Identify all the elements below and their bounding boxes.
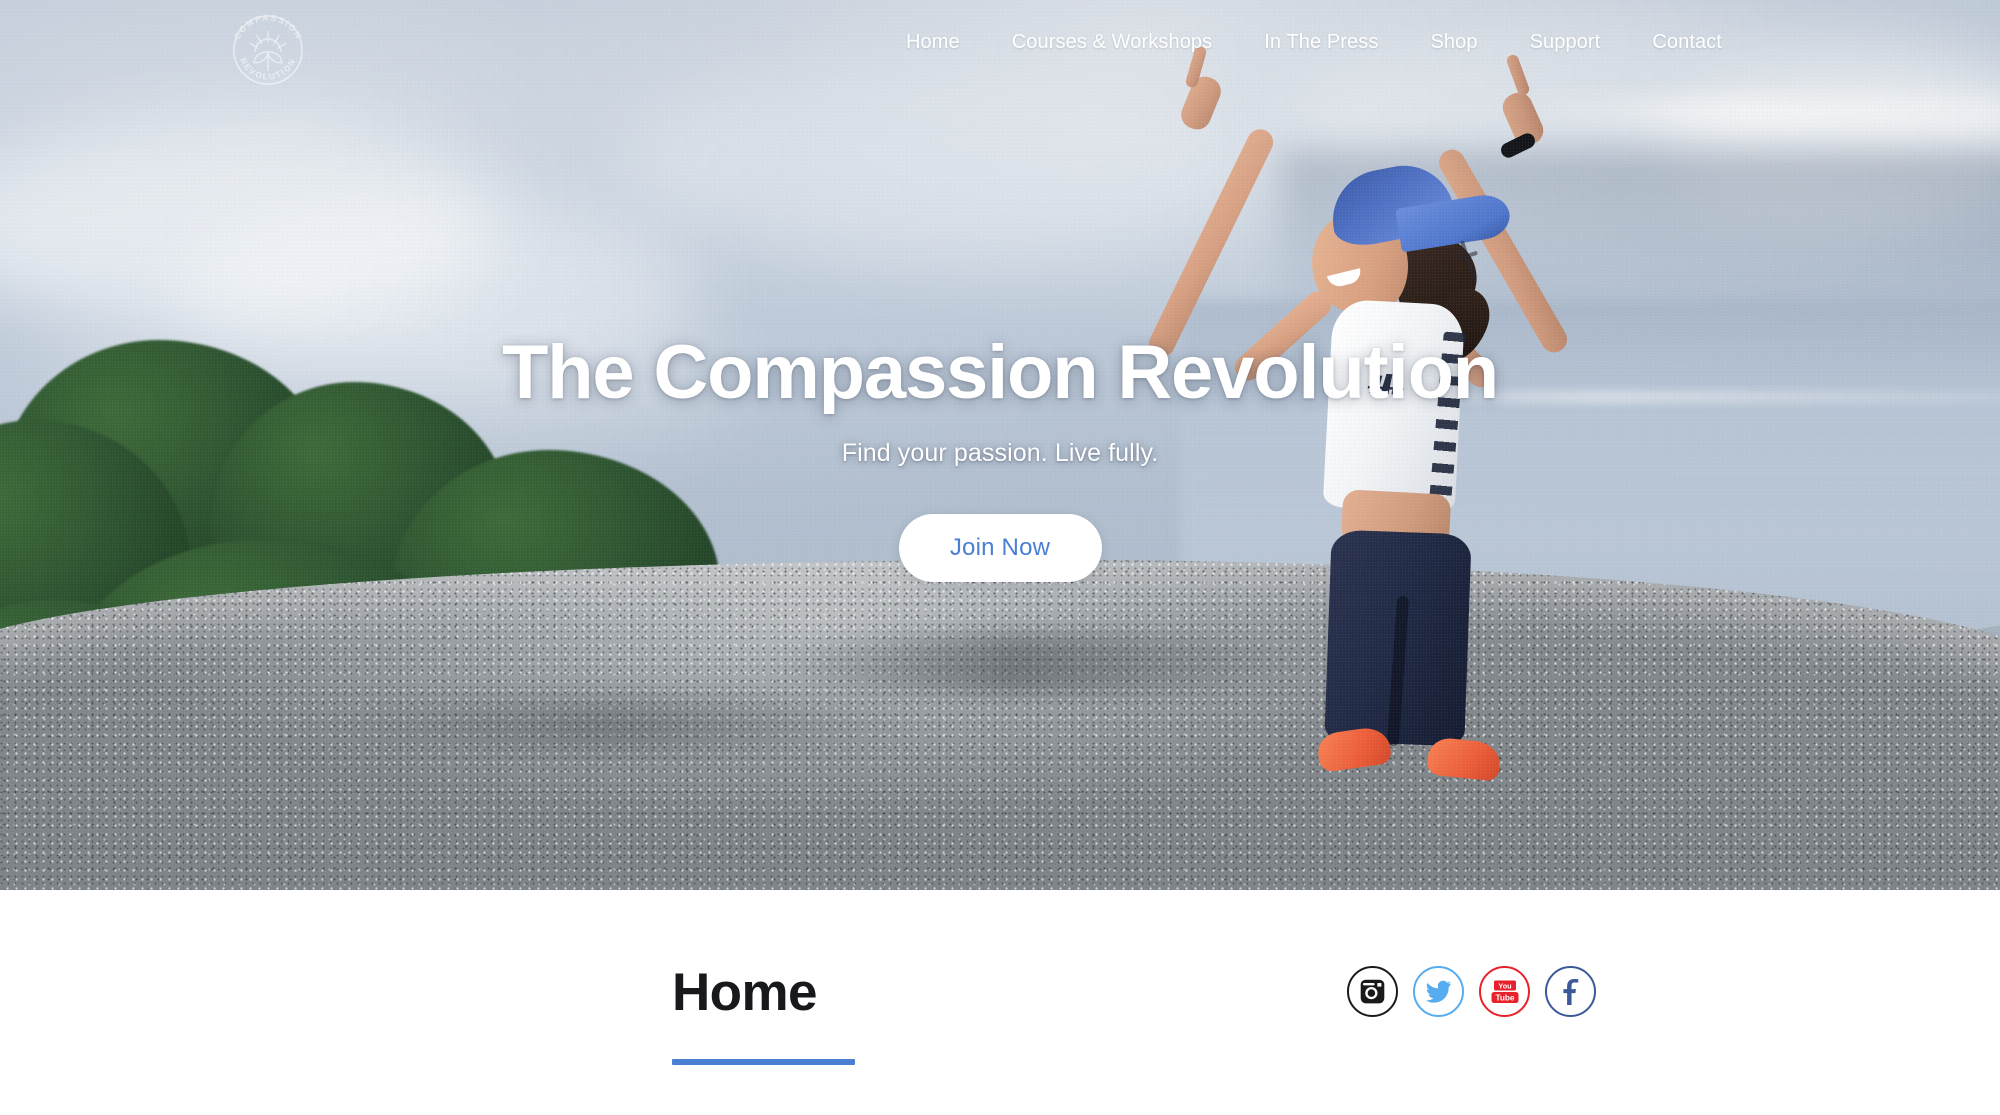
page-title-underline [672, 1059, 855, 1065]
social-link-twitter[interactable] [1413, 966, 1464, 1017]
hero-title: The Compassion Revolution [501, 330, 1499, 415]
social-link-facebook[interactable] [1545, 966, 1596, 1017]
page-root: COMPASSION REVOLUTION Home Courses & Wor… [0, 0, 2000, 1115]
facebook-icon [1562, 978, 1578, 1005]
social-links: You Tube [1347, 966, 1596, 1017]
nav-item-shop[interactable]: Shop [1404, 31, 1503, 54]
svg-text:Tube: Tube [1495, 993, 1514, 1002]
page-title: Home [672, 963, 817, 1022]
content-section-inner: Home You Tube [0, 890, 2000, 1115]
main-navigation: Home Courses & Workshops In The Press Sh… [880, 31, 1748, 54]
content-section: Home You Tube [0, 890, 2000, 1115]
hero-cta-wrapper: Join Now [898, 513, 1102, 582]
join-now-button[interactable]: Join Now [898, 513, 1102, 582]
hero-section: COMPASSION REVOLUTION Home Courses & Wor… [0, 0, 2000, 890]
sunrise-plant-badge-icon: COMPASSION REVOLUTION [232, 12, 303, 85]
nav-item-contact[interactable]: Contact [1626, 31, 1748, 54]
nav-item-home[interactable]: Home [880, 31, 986, 54]
social-link-youtube[interactable]: You Tube [1479, 966, 1530, 1017]
youtube-icon: You Tube [1491, 980, 1518, 1003]
instagram-icon [1360, 979, 1385, 1004]
nav-item-in-the-press[interactable]: In The Press [1238, 31, 1404, 54]
svg-text:You: You [1498, 981, 1511, 990]
nav-item-courses-workshops[interactable]: Courses & Workshops [986, 31, 1239, 54]
nav-item-support[interactable]: Support [1504, 31, 1627, 54]
social-link-instagram[interactable] [1347, 966, 1398, 1017]
hero-subtitle: Find your passion. Live fully. [841, 438, 1159, 467]
twitter-bird-icon [1425, 980, 1452, 1003]
site-logo[interactable]: COMPASSION REVOLUTION [222, 4, 314, 96]
site-header: COMPASSION REVOLUTION Home Courses & Wor… [0, 0, 2000, 92]
hero-content: The Compassion Revolution Find your pass… [0, 0, 2000, 890]
